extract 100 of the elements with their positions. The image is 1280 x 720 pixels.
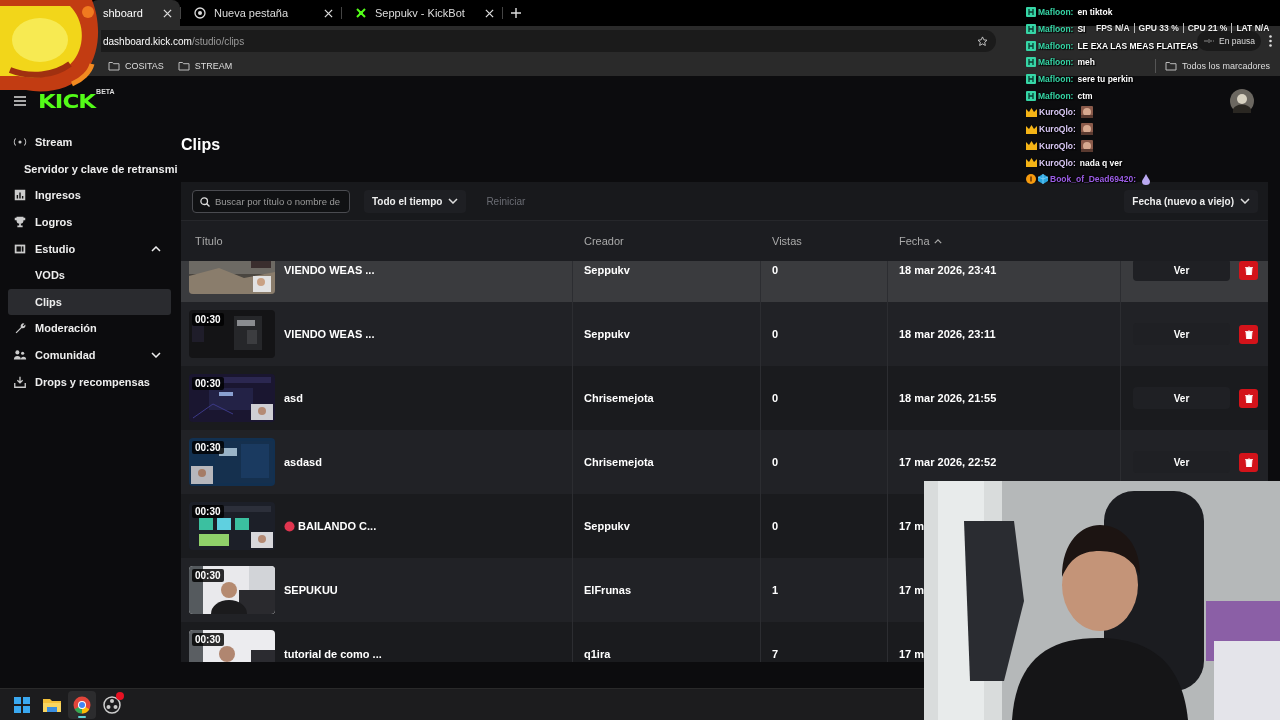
delete-button[interactable] xyxy=(1239,388,1258,408)
chat-message: sere tu perkin xyxy=(1077,74,1134,85)
chat-message: SI xyxy=(1077,24,1086,35)
sidebar-item[interactable]: Clips xyxy=(8,288,171,316)
folder-icon xyxy=(1164,61,1177,71)
clip-creator: Seppukv xyxy=(584,264,630,276)
clip-date: 18 mar 2026, 23:41 xyxy=(899,264,997,276)
chat-username[interactable]: Book_of_Dead69420: xyxy=(1050,174,1136,185)
avatar[interactable] xyxy=(1230,89,1254,113)
sort-dropdown[interactable]: Fecha (nuevo a viejo) xyxy=(1124,189,1258,213)
chat-username[interactable]: KuroQlo: xyxy=(1039,124,1076,135)
clip-date: 18 mar 2026, 23:11 xyxy=(899,328,996,340)
close-icon xyxy=(324,8,333,18)
clip-creator: q1ira xyxy=(584,648,611,660)
bot-icon xyxy=(355,7,367,19)
taskbar-button[interactable] xyxy=(68,690,96,719)
view-count: 0 xyxy=(772,520,779,532)
column-header[interactable]: Título xyxy=(181,235,573,247)
clip-duration: 00:30 xyxy=(192,633,224,646)
view-count: 0 xyxy=(772,264,779,276)
view-count: 0 xyxy=(772,456,779,468)
stat-reading: FPS N/A xyxy=(1096,23,1130,33)
close-icon xyxy=(163,8,172,18)
clip-title: asdasd xyxy=(284,456,322,468)
chat-message: meh xyxy=(1077,57,1095,68)
star-icon xyxy=(977,35,988,47)
media-status-button[interactable]: En pausa xyxy=(1197,31,1261,51)
sidebar-item[interactable]: Comunidad xyxy=(8,341,171,369)
chat-username[interactable]: KuroQlo: xyxy=(1039,140,1076,151)
clip-date: 18 mar 2026, 21:55 xyxy=(899,392,997,404)
view-count: 0 xyxy=(772,392,779,404)
column-header[interactable]: Creador xyxy=(573,235,761,247)
chat-username[interactable]: Mafloon: xyxy=(1038,74,1074,85)
chat-username[interactable]: KuroQlo: xyxy=(1039,157,1076,168)
column-header[interactable]: Fecha xyxy=(888,235,1121,247)
sidebar-item[interactable]: VODs xyxy=(8,261,171,289)
delete-button[interactable] xyxy=(1239,324,1258,344)
bookmark-link[interactable]: Todos los marcadores xyxy=(1181,61,1270,71)
browser-tab[interactable]: Seppukv - KickBot xyxy=(342,0,502,26)
chevron-up-icon xyxy=(933,238,942,244)
folder-icon xyxy=(108,61,120,71)
equalizer-icon xyxy=(1203,38,1216,44)
clip-title: asd xyxy=(284,392,303,404)
clip-duration: 00:30 xyxy=(192,441,224,454)
address-bar[interactable]: dashboard.kick.com/studio/clips xyxy=(101,30,996,52)
sidebar-item[interactable]: Drops y recompensas xyxy=(8,368,171,395)
view-count: 0 xyxy=(772,328,779,340)
delete-button[interactable] xyxy=(1239,452,1258,472)
browser-tab[interactable]: shboard xyxy=(90,0,180,26)
chat-message: en tiktok xyxy=(1077,7,1113,18)
clip-duration: 00:30 xyxy=(192,569,224,582)
clip-title: VIENDO WEAS ... xyxy=(284,328,375,340)
chat-username[interactable]: KuroQlo: xyxy=(1039,107,1076,118)
chat-username[interactable]: Mafloon: xyxy=(1038,40,1074,51)
clip-date: 17 mar 2026, 22:52 xyxy=(899,456,997,468)
download-icon xyxy=(13,374,27,389)
bookmark-link[interactable]: STREAM xyxy=(194,61,233,71)
bookmark-link[interactable]: COSITAS xyxy=(125,61,164,71)
view-count: 7 xyxy=(772,648,779,660)
clip-date: 17 m xyxy=(899,648,925,660)
browser-icon xyxy=(72,694,92,715)
view-button[interactable]: Ver xyxy=(1133,261,1230,281)
sidebar-item[interactable]: Servidor y clave de retransmi xyxy=(8,155,181,183)
trash-icon xyxy=(1244,265,1253,275)
sidebar-item[interactable]: Moderación xyxy=(8,315,171,342)
column-header[interactable]: Vistas xyxy=(761,235,888,247)
sidebar-item[interactable]: Logros xyxy=(8,208,171,236)
clip-creator: ElFrunas xyxy=(584,584,632,596)
chat-username[interactable]: Mafloon: xyxy=(1038,57,1074,68)
kick-logo[interactable]: KICK xyxy=(38,91,96,111)
clip-title: tutorial de como ... xyxy=(284,648,382,660)
bar-chart-icon xyxy=(13,188,27,203)
chat-username[interactable]: Mafloon: xyxy=(1038,24,1074,35)
stat-reading: LAT N/A xyxy=(1236,23,1270,33)
stat-reading: CPU 21 % xyxy=(1187,23,1228,33)
view-count: 1 xyxy=(772,584,779,596)
close-icon xyxy=(485,8,494,18)
chat-message: LE EXA LAS MEAS FLAITEAS xyxy=(1077,40,1198,51)
delete-button[interactable] xyxy=(1239,261,1258,280)
trash-icon xyxy=(1244,393,1253,403)
clip-title: SEPUKUU xyxy=(284,584,338,596)
browser-tab[interactable]: Nueva pestaña xyxy=(181,0,341,26)
clip-creator: Seppukv xyxy=(584,520,630,532)
clip-creator: Chrisemejota xyxy=(584,392,654,404)
sidebar-item[interactable]: Stream xyxy=(8,129,171,156)
sidebar-item[interactable]: Ingresos xyxy=(8,182,171,209)
chat-username[interactable]: Mafloon: xyxy=(1038,7,1074,18)
trophy-icon xyxy=(13,215,27,230)
folder-icon xyxy=(177,61,190,71)
view-button[interactable]: Ver xyxy=(1133,387,1230,409)
globe-icon xyxy=(194,7,206,19)
search-field[interactable]: Buscar por título o nombre de xyxy=(192,189,350,213)
droplet-icon xyxy=(1142,173,1150,185)
stat-reading: GPU 33 % xyxy=(1138,23,1179,33)
chat-username[interactable]: Mafloon: xyxy=(1038,90,1074,101)
clip-duration: 00:30 xyxy=(192,377,224,390)
clip-creator: Seppukv xyxy=(584,328,630,340)
sidebar-item[interactable]: Estudio xyxy=(8,235,171,262)
period-dropdown[interactable]: Todo el tiempo xyxy=(364,189,467,213)
clip-title: VIENDO WEAS ... xyxy=(284,264,375,276)
